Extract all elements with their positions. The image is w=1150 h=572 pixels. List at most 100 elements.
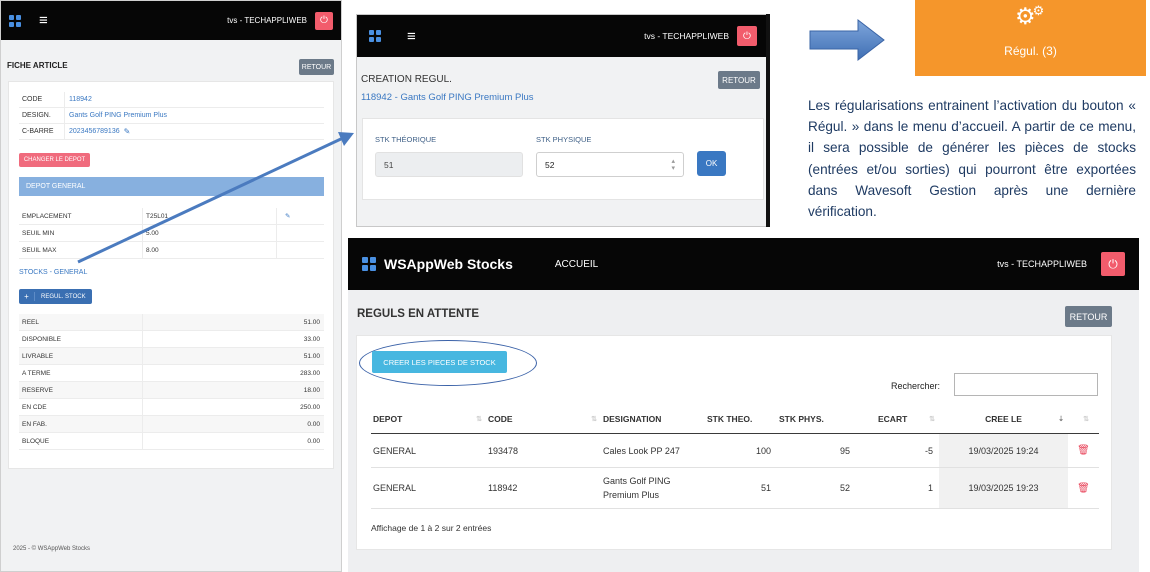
cell-date: 19/03/2025 19:24 [939, 434, 1068, 467]
stock-row: EN FAB. 0.00 [19, 416, 324, 433]
logout-button[interactable]: ⏻ [1101, 252, 1125, 276]
delete-button[interactable]: 🗑 [1068, 468, 1099, 508]
stock-label: REEL [22, 318, 39, 326]
col-cree-le[interactable]: CREE LE ⇣ [939, 404, 1068, 433]
menu-icon[interactable]: ≡ [407, 28, 416, 45]
depot-value: 8.00 [142, 242, 276, 258]
stock-label: RESERVE [22, 386, 53, 394]
apps-grid-icon[interactable] [362, 257, 376, 271]
cell-date: 19/03/2025 19:23 [939, 468, 1068, 508]
info-value: Gants Golf PING Premium Plus [64, 108, 324, 123]
ok-button[interactable]: OK [697, 151, 726, 176]
power-icon: ⏻ [320, 15, 328, 26]
footer: 2025 - © WSAppWeb Stocks [13, 546, 91, 552]
regul-tile[interactable]: ⚙⚙ Régul. (3) [915, 0, 1146, 76]
stock-value: 283.00 [142, 365, 324, 381]
stock-row: RESERVE 18.00 [19, 382, 324, 399]
col-designation[interactable]: DESIGNATION [601, 404, 705, 433]
regul-tile-label: Régul. (3) [1004, 44, 1057, 58]
col-label: CODE [488, 413, 513, 424]
block-arrow [809, 18, 885, 62]
empty-cell [276, 225, 324, 241]
empty-cell [276, 242, 324, 258]
col-stk-theo[interactable]: STK THEO. [705, 404, 777, 433]
stock-label: A TERME [22, 369, 51, 377]
regul-stock-button[interactable]: + REGUL. STOCK [19, 289, 92, 304]
cell-ecart: 1 [927, 483, 933, 493]
col-label: STK PHYS. [779, 413, 824, 424]
stock-label: LIVRABLE [22, 352, 54, 360]
brand-title[interactable]: WSAppWeb Stocks [384, 256, 513, 272]
creer-pieces-button[interactable]: CREER LES PIECES DE STOCK [372, 351, 507, 373]
spinner-icon[interactable]: ▴ ▾ [671, 158, 675, 172]
stock-label: EN FAB. [22, 420, 47, 428]
apps-grid-icon[interactable] [9, 14, 21, 27]
stock-label: EN CDE [22, 403, 47, 411]
cell-code: 118942 [488, 483, 518, 493]
col-depot[interactable]: DEPOT ⇅ [371, 404, 486, 433]
col-ecart[interactable]: ECART ⇅ [856, 404, 939, 433]
stock-row: EN CDE 250.00 [19, 399, 324, 416]
sort-icon: ⇅ [1083, 415, 1089, 423]
fiche-topbar: ≡ tvs - TECHAPPLIWEB ⏻ [1, 1, 341, 40]
retour-button[interactable]: RETOUR [299, 59, 334, 75]
reguls-table: DEPOT ⇅ CODE ⇅ DESIGNATION STK THEO. STK P… [371, 404, 1099, 509]
depot-label: SEUIL MIN [22, 229, 55, 237]
apps-grid-icon[interactable] [369, 30, 381, 42]
logout-button[interactable]: ⏻ [737, 26, 757, 46]
stocks-table: REEL 51.00 DISPONIBLE 33.00 LIVRABLE 51.00 … [19, 314, 324, 450]
search-input[interactable] [954, 373, 1098, 396]
cell-code: 193478 [488, 445, 519, 456]
cell-designation: Gants Golf PING Premium Plus [603, 476, 671, 500]
info-label: CODE [22, 96, 43, 103]
change-depot-button[interactable]: CHANGER LE DEPOT [19, 153, 90, 167]
article-card: CODE 118942 DESIGN. Gants Golf PING Prem… [8, 81, 334, 469]
nav-accueil[interactable]: ACCUEIL [555, 259, 598, 270]
explanation-text: Les régularisations entrainent l’activat… [808, 98, 1136, 220]
cell-depot: GENERAL [373, 445, 417, 456]
retour-button[interactable]: RETOUR [718, 71, 760, 89]
delete-button[interactable]: 🗑 [1068, 434, 1099, 467]
depot-value: 5.00 [142, 225, 276, 241]
regul-stock-label: REGUL. STOCK [41, 293, 86, 300]
depot-row: SEUIL MAX 8.00 [19, 242, 324, 259]
col-code[interactable]: CODE ⇅ [486, 404, 601, 433]
gears-icon: ⚙⚙ [1015, 3, 1045, 29]
power-icon: ⏻ [1108, 256, 1118, 271]
sort-icon: ⇅ [476, 415, 482, 423]
stock-value: 18.00 [142, 382, 324, 398]
stock-value: 0.00 [142, 433, 324, 449]
depot-value: T25L01 [142, 208, 276, 224]
logout-button[interactable]: ⏻ [315, 11, 333, 30]
col-stk-phys[interactable]: STK PHYS. [777, 404, 856, 433]
sort-icon: ⇅ [929, 415, 935, 423]
creation-regul-panel: ≡ tvs - TECHAPPLIWEB ⏻ CREATION REGUL. 1… [356, 14, 770, 227]
retour-button[interactable]: RETOUR [1065, 306, 1112, 327]
menu-icon[interactable]: ≡ [39, 12, 48, 29]
col-actions: ⇅ [1068, 404, 1099, 433]
fiche-article-panel: ≡ tvs - TECHAPPLIWEB ⏻ FICHE ARTICLE RET… [0, 0, 342, 572]
cell-phys: 52 [839, 483, 850, 493]
stocks-general-link[interactable]: STOCKS - GENERAL [19, 269, 87, 276]
stock-value: 250.00 [142, 399, 324, 415]
stock-row: BLOQUE 0.00 [19, 433, 324, 450]
user-label: tvs - TECHAPPLIWEB [644, 31, 729, 41]
stk-phys-input[interactable]: 52 ▴ ▾ [536, 152, 684, 177]
stk-theo-label: STK THÉORIQUE [375, 135, 437, 144]
info-row-code: CODE 118942 [19, 92, 324, 108]
table-row: GENERAL 193478 Cales Look PP 247 100 95 … [371, 434, 1099, 468]
sort-icon: ⇅ [591, 415, 597, 423]
stock-row: REEL 51.00 [19, 314, 324, 331]
edit-icon[interactable]: ✎ [124, 127, 131, 136]
cell-ecart: -5 [924, 445, 933, 456]
col-label: STK THEO. [707, 413, 753, 424]
depot-row: EMPLACEMENT T25L01 ✎ [19, 208, 324, 225]
edit-icon[interactable]: ✎ [276, 208, 324, 224]
cell-designation: Cales Look PP 247 [603, 445, 680, 456]
table-info: Affichage de 1 à 2 sur 2 entrées [371, 523, 492, 533]
article-info-table: CODE 118942 DESIGN. Gants Golf PING Prem… [19, 92, 324, 140]
depot-row: SEUIL MIN 5.00 [19, 225, 324, 242]
page-title: REGULS EN ATTENTE [357, 308, 480, 320]
depot-label: EMPLACEMENT [22, 212, 72, 220]
power-icon: ⏻ [743, 30, 751, 42]
